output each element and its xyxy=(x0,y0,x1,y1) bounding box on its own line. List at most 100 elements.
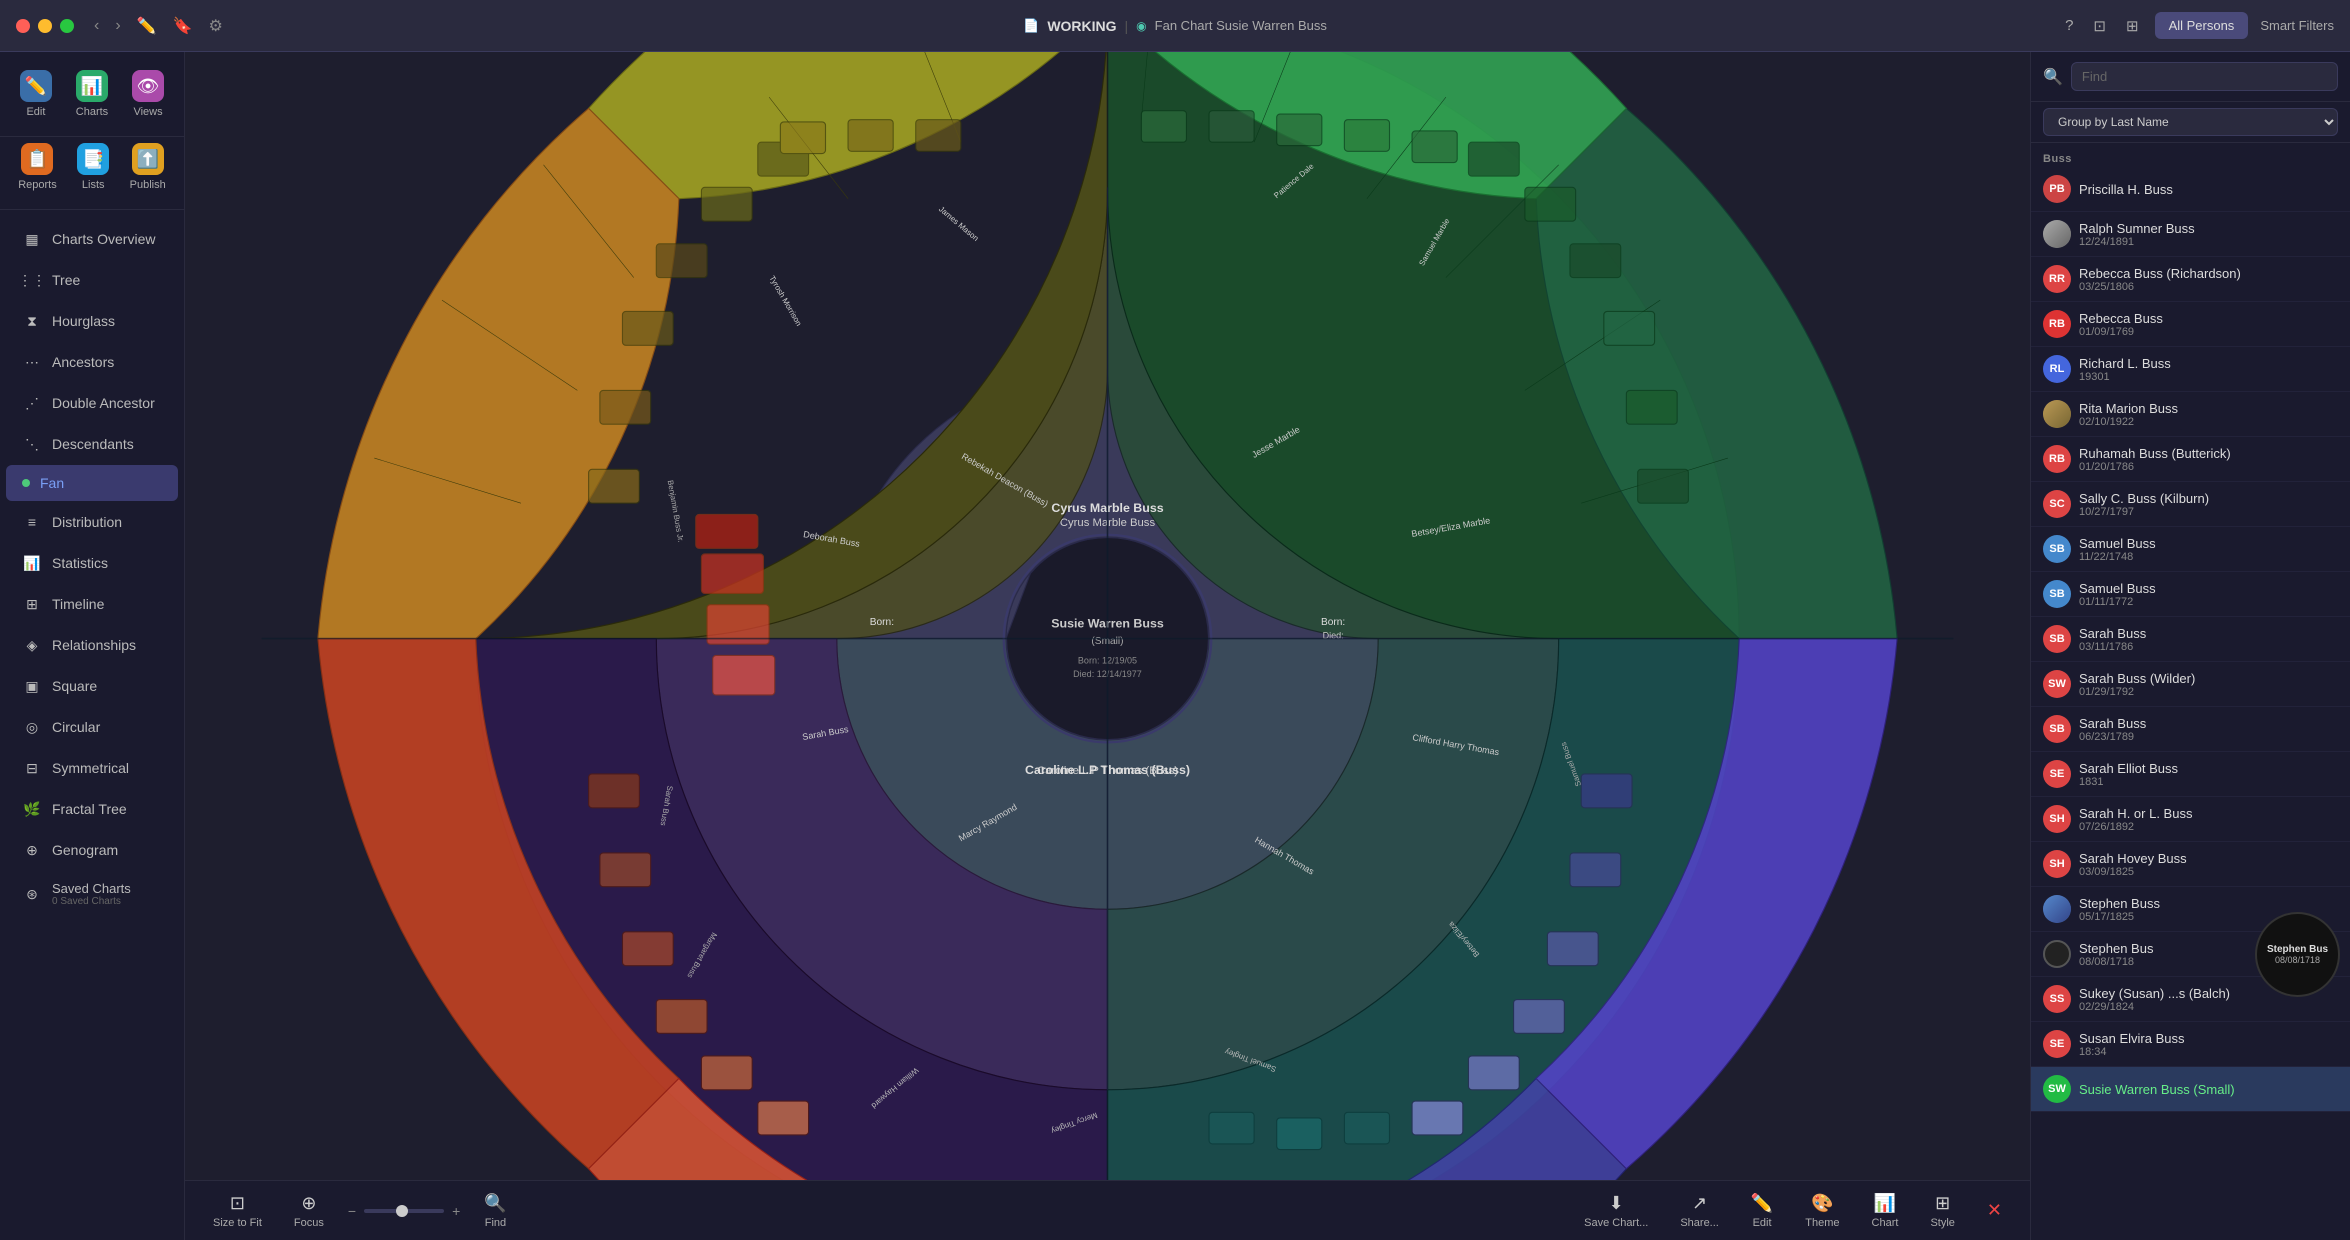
bottom-left-tools: ⊡ Size to Fit ⊕ Focus − + 🔍 Find xyxy=(205,1189,515,1233)
sidebar-item-distribution[interactable]: ≡ Distribution xyxy=(6,502,178,542)
titlebar-right: ? ⊡ ⊞ All Persons Smart Filters xyxy=(2061,12,2334,39)
sidebar-toolbar2: 📋 Reports 📑 Lists ⬆️ Publish xyxy=(0,137,184,210)
person-item-susie[interactable]: SW Susie Warren Buss (Small) xyxy=(2031,1067,2350,1112)
person-item-samuel2[interactable]: SB Samuel Buss 01/11/1772 xyxy=(2031,572,2350,617)
person-info-rebecca-r: Rebecca Buss (Richardson) 03/25/1806 xyxy=(2079,266,2338,293)
person-date-samuel2: 01/11/1772 xyxy=(2079,596,2338,608)
circular-icon: ◎ xyxy=(22,717,42,737)
sidebar-item-fractal-tree[interactable]: 🌿 Fractal Tree xyxy=(6,789,178,829)
person-item-sarah2[interactable]: SB Sarah Buss 06/23/1789 xyxy=(2031,707,2350,752)
find-btn[interactable]: 🔍 Find xyxy=(476,1189,514,1233)
find-icon: 🔍 xyxy=(484,1193,506,1214)
sidebar-item-circular[interactable]: ◎ Circular xyxy=(6,707,178,747)
person-item-richard[interactable]: RL Richard L. Buss 19301 xyxy=(2031,347,2350,392)
zoom-slider[interactable]: − + xyxy=(348,1203,460,1219)
sidebar-item-statistics[interactable]: 📊 Statistics xyxy=(6,543,178,583)
person-item-sarah1[interactable]: SB Sarah Buss 03/11/1786 xyxy=(2031,617,2350,662)
search-input[interactable] xyxy=(2071,62,2338,91)
smart-filters-btn[interactable]: Smart Filters xyxy=(2260,18,2334,33)
person-item-susan[interactable]: SE Susan Elvira Buss 18:34 xyxy=(2031,1022,2350,1067)
person-item-sarah-hl[interactable]: SH Sarah H. or L. Buss 07/26/1892 xyxy=(2031,797,2350,842)
person-item-stephen2[interactable]: Stephen Bus 08/08/1718 Stephen Bus 08/08… xyxy=(2031,932,2350,977)
sidebar-item-saved-charts[interactable]: ⊛ Saved Charts 0 Saved Charts xyxy=(6,871,178,917)
relationships-icon: ◈ xyxy=(22,635,42,655)
person-item-sally[interactable]: SC Sally C. Buss (Kilburn) 10/27/1797 xyxy=(2031,482,2350,527)
sidebar-item-hourglass[interactable]: ⧗ Hourglass xyxy=(6,301,178,341)
sidebar-item-symmetrical[interactable]: ⊟ Symmetrical xyxy=(6,748,178,788)
person-date-sarah-hl: 07/26/1892 xyxy=(2079,821,2338,833)
person-name-richard: Richard L. Buss xyxy=(2079,356,2338,371)
person-info-priscilla: Priscilla H. Buss xyxy=(2079,182,2338,197)
person-item-priscilla[interactable]: PB Priscilla H. Buss xyxy=(2031,167,2350,212)
search-magnifier-icon: 🔍 xyxy=(2043,67,2063,87)
toolbar-lists[interactable]: 📑 Lists xyxy=(67,137,119,197)
sidebar-item-tree[interactable]: ⋮⋮ Tree xyxy=(6,260,178,300)
person-item-sarah-hovey[interactable]: SH Sarah Hovey Buss 03/09/1825 xyxy=(2031,842,2350,887)
person-date-rebecca-r: 03/25/1806 xyxy=(2079,281,2338,293)
focus-btn[interactable]: ⊕ Focus xyxy=(286,1189,332,1233)
toolbar-publish[interactable]: ⬆️ Publish xyxy=(120,137,176,197)
stephen-tooltip: Stephen Bus 08/08/1718 xyxy=(2255,912,2340,997)
back-btn[interactable]: ‹ xyxy=(90,12,103,40)
close-chart-btn[interactable]: ✕ xyxy=(1979,1196,2010,1225)
save-chart-btn[interactable]: ⬇ Save Chart... xyxy=(1576,1189,1656,1233)
person-date-richard: 19301 xyxy=(2079,371,2338,383)
person-item-rebecca-r[interactable]: RR Rebecca Buss (Richardson) 03/25/1806 xyxy=(2031,257,2350,302)
person-name-sarah-elliot: Sarah Elliot Buss xyxy=(2079,761,2338,776)
zoom-in-icon: + xyxy=(452,1203,460,1219)
person-info-sally: Sally C. Buss (Kilburn) 10/27/1797 xyxy=(2079,491,2338,518)
person-info-ralph: Ralph Sumner Buss 12/24/1891 xyxy=(2079,221,2338,248)
toolbar-views[interactable]: 👁 Views xyxy=(122,64,174,124)
edit-pencil-btn[interactable]: ✏️ xyxy=(133,12,161,40)
edit-chart-btn[interactable]: ✏️ Edit xyxy=(1743,1189,1781,1233)
sidebar-item-genogram[interactable]: ⊕ Genogram xyxy=(6,830,178,870)
center-area[interactable]: Susie Warren Buss (Small) Born: 12/19/05… xyxy=(185,52,2030,1240)
person-item-samuel1[interactable]: SB Samuel Buss 11/22/1748 xyxy=(2031,527,2350,572)
sidebar-item-double-ancestor[interactable]: ⋰ Double Ancestor xyxy=(6,383,178,423)
sidebar-item-fan[interactable]: Fan xyxy=(6,465,178,501)
minimize-window-btn[interactable] xyxy=(38,19,52,33)
sidebar-item-charts-overview[interactable]: ▦ Charts Overview xyxy=(6,219,178,259)
person-item-sarah-elliot[interactable]: SE Sarah Elliot Buss 1831 xyxy=(2031,752,2350,797)
sidebar-item-timeline[interactable]: ⊞ Timeline xyxy=(6,584,178,624)
help-btn[interactable]: ? xyxy=(2061,13,2077,38)
toolbar-reports[interactable]: 📋 Reports xyxy=(8,137,67,197)
bookmark-btn[interactable]: 🔖 xyxy=(169,12,197,40)
maximize-window-btn[interactable] xyxy=(60,19,74,33)
person-item-rita[interactable]: Rita Marion Buss 02/10/1922 xyxy=(2031,392,2350,437)
style-btn[interactable]: ⊞ Style xyxy=(1922,1189,1962,1233)
avatar-sarah2: SB xyxy=(2043,715,2071,743)
share-btn[interactable]: ↗ Share... xyxy=(1672,1189,1727,1233)
sidebar-item-descendants[interactable]: ⋱ Descendants xyxy=(6,424,178,464)
person-date-sarah-elliot: 1831 xyxy=(2079,776,2338,788)
toolbar-charts[interactable]: 📊 Charts xyxy=(66,64,118,124)
zoom-track[interactable] xyxy=(364,1209,444,1213)
group-by-select[interactable]: Group by Last Name Group by First Name N… xyxy=(2043,108,2338,136)
descendants-label: Descendants xyxy=(52,436,134,452)
person-item-rebecca[interactable]: RB Rebecca Buss 01/09/1769 xyxy=(2031,302,2350,347)
views-label: Views xyxy=(133,106,162,118)
size-to-fit-btn[interactable]: ⊡ Size to Fit xyxy=(205,1189,270,1233)
sidebar-item-square[interactable]: ▣ Square xyxy=(6,666,178,706)
person-item-sarah-wilder[interactable]: SW Sarah Buss (Wilder) 01/29/1792 xyxy=(2031,662,2350,707)
chart-settings-btn[interactable]: 📊 Chart xyxy=(1864,1189,1907,1233)
person-name-samuel2: Samuel Buss xyxy=(2079,581,2338,596)
person-date-sally: 10/27/1797 xyxy=(2079,506,2338,518)
zoom-thumb[interactable] xyxy=(396,1205,408,1217)
close-window-btn[interactable] xyxy=(16,19,30,33)
person-item-ruhamah[interactable]: RB Ruhamah Buss (Butterick) 01/20/1786 xyxy=(2031,437,2350,482)
person-date-sarah1: 03/11/1786 xyxy=(2079,641,2338,653)
person-item-ralph[interactable]: Ralph Sumner Buss 12/24/1891 xyxy=(2031,212,2350,257)
sidebar-item-ancestors[interactable]: ⋯ Ancestors xyxy=(6,342,178,382)
theme-btn[interactable]: 🎨 Theme xyxy=(1797,1189,1847,1233)
lists-icon: 📑 xyxy=(77,143,109,175)
fractal-tree-icon: 🌿 xyxy=(22,799,42,819)
window-mode-btn1[interactable]: ⊡ xyxy=(2089,13,2110,39)
all-persons-btn[interactable]: All Persons xyxy=(2155,12,2249,39)
sidebar-item-relationships[interactable]: ◈ Relationships xyxy=(6,625,178,665)
settings-btn[interactable]: ⚙ xyxy=(205,12,227,40)
window-mode-btn2[interactable]: ⊞ xyxy=(2122,13,2143,39)
toolbar-edit[interactable]: ✏️ Edit xyxy=(10,64,62,124)
forward-btn[interactable]: › xyxy=(111,12,124,40)
fan-chart-canvas[interactable]: Susie Warren Buss (Small) Born: 12/19/05… xyxy=(185,52,2030,1180)
